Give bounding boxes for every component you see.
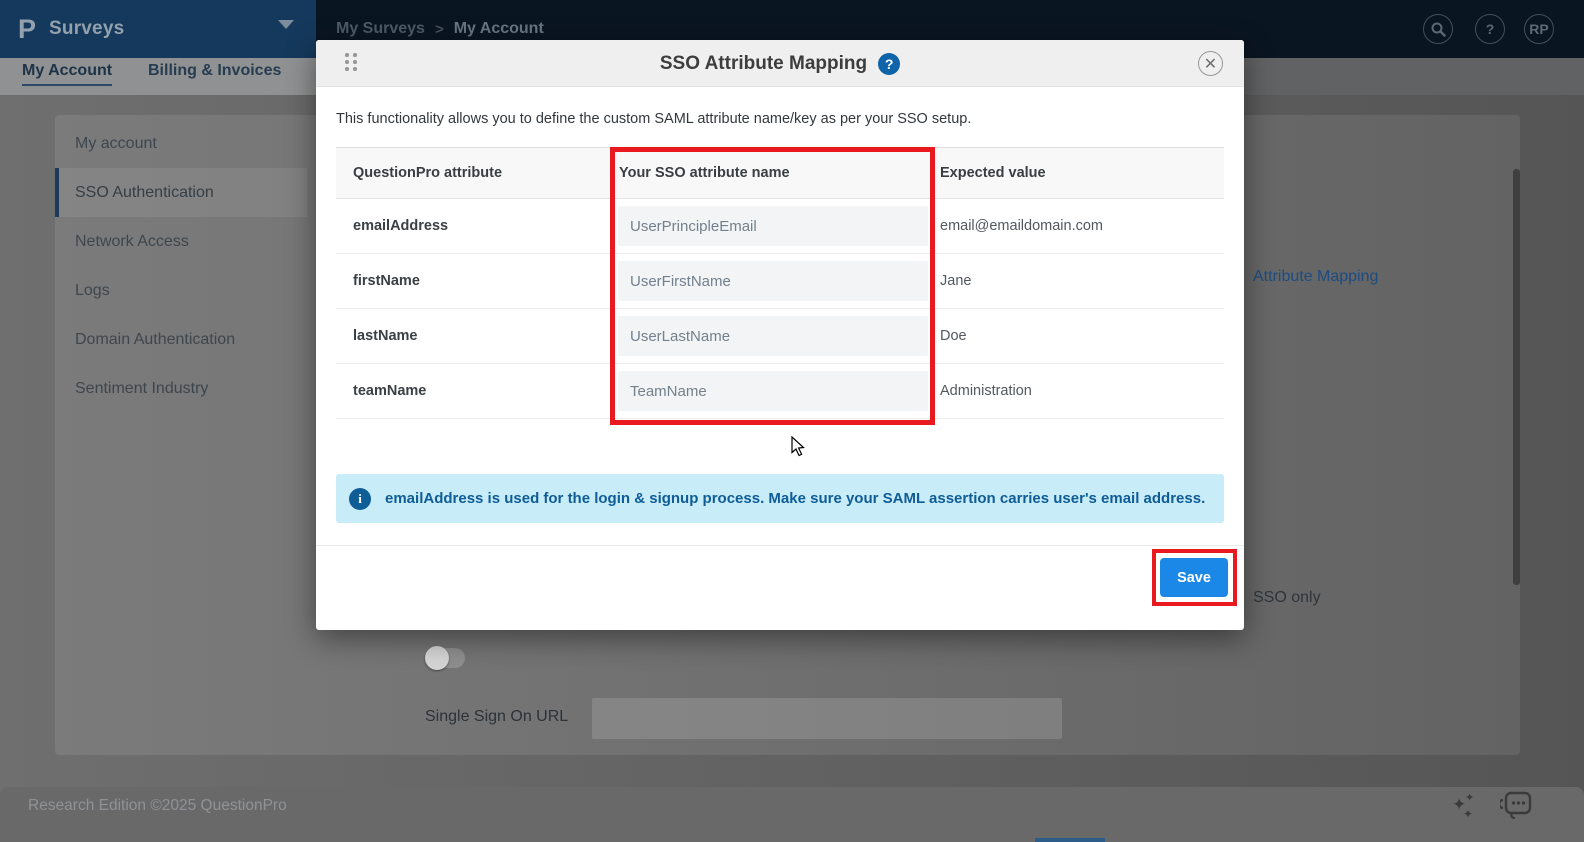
column-header-expected-value: Expected value [935, 165, 1224, 181]
table-row: firstName Jane [336, 254, 1224, 309]
sidebar-item-domain-authentication[interactable]: Domain Authentication [55, 315, 307, 364]
product-switcher[interactable]: P Surveys [0, 0, 316, 58]
expected-value: Jane [935, 273, 1224, 289]
help-icon[interactable]: ? [1475, 14, 1505, 44]
info-banner: i emailAddress is used for the login & s… [336, 474, 1224, 523]
tab-billing-invoices[interactable]: Billing & Invoices [148, 62, 281, 80]
attribute-name: firstName [336, 273, 610, 289]
sso-attribute-input[interactable] [618, 316, 928, 356]
avatar[interactable]: RP [1524, 14, 1554, 44]
sso-only-label: SSO only [1253, 589, 1321, 607]
expected-value: Administration [935, 383, 1224, 399]
sso-toggle[interactable] [427, 648, 465, 668]
attribute-name: emailAddress [336, 218, 610, 234]
attribute-name: lastName [336, 328, 610, 344]
modal-description: This functionality allows you to define … [336, 111, 971, 127]
breadcrumb-separator: > [435, 21, 444, 38]
questionpro-logo: P [18, 14, 36, 45]
breadcrumb-my-surveys[interactable]: My Surveys [336, 20, 425, 38]
single-sign-on-url-input[interactable] [592, 698, 1062, 739]
sidebar-item-sso-authentication[interactable]: SSO Authentication [55, 168, 307, 217]
expected-value: Doe [935, 328, 1224, 344]
toggle-knob [425, 646, 449, 670]
sso-attribute-input[interactable] [618, 371, 928, 411]
table-header-row: QuestionPro attribute Your SSO attribute… [336, 147, 1224, 199]
save-button[interactable]: Save [1160, 558, 1228, 597]
table-row: teamName Administration [336, 364, 1224, 419]
column-header-questionpro-attribute: QuestionPro attribute [336, 165, 610, 181]
single-sign-on-url-label: Single Sign On URL [425, 708, 568, 726]
sidebar-item-sentiment-industry[interactable]: Sentiment Industry [55, 364, 307, 413]
sso-attribute-input[interactable] [618, 261, 928, 301]
expected-value: email@emaildomain.com [935, 218, 1224, 234]
tab-my-account[interactable]: My Account [22, 62, 112, 86]
chevron-down-icon[interactable] [278, 20, 294, 29]
chat-support-icon[interactable] [1500, 790, 1534, 825]
search-icon[interactable] [1423, 14, 1453, 44]
column-header-sso-attribute-name: Your SSO attribute name [610, 165, 935, 181]
table-row: emailAddress email@emaildomain.com [336, 199, 1224, 254]
attribute-mapping-link[interactable]: Attribute Mapping [1253, 268, 1378, 286]
close-icon[interactable]: ✕ [1198, 51, 1223, 76]
product-name: Surveys [49, 18, 124, 40]
sidebar-item-network-access[interactable]: Network Access [55, 217, 307, 266]
footer-text: Research Edition ©2025 QuestionPro [28, 797, 287, 815]
ai-sparkles-icon[interactable]: ✦✦✦ [1452, 793, 1486, 827]
sidebar-item-my-account[interactable]: My account [55, 119, 307, 168]
modal-title: SSO Attribute Mapping [660, 53, 867, 75]
info-message: emailAddress is used for the login & sig… [385, 490, 1205, 507]
bottom-widget-edge [1035, 838, 1105, 842]
sso-attribute-mapping-modal: SSO Attribute Mapping ? ✕ This functiona… [316, 40, 1244, 630]
breadcrumb-my-account[interactable]: My Account [454, 20, 544, 38]
attribute-mapping-table: QuestionPro attribute Your SSO attribute… [336, 147, 1224, 419]
sidebar-item-logs[interactable]: Logs [55, 266, 307, 315]
scrollbar-thumb[interactable] [1513, 169, 1520, 585]
sso-attribute-input[interactable] [618, 206, 928, 246]
info-icon: i [349, 488, 371, 510]
modal-footer-divider [316, 545, 1244, 546]
modal-help-icon[interactable]: ? [878, 53, 900, 75]
attribute-name: teamName [336, 383, 610, 399]
table-row: lastName Doe [336, 309, 1224, 364]
